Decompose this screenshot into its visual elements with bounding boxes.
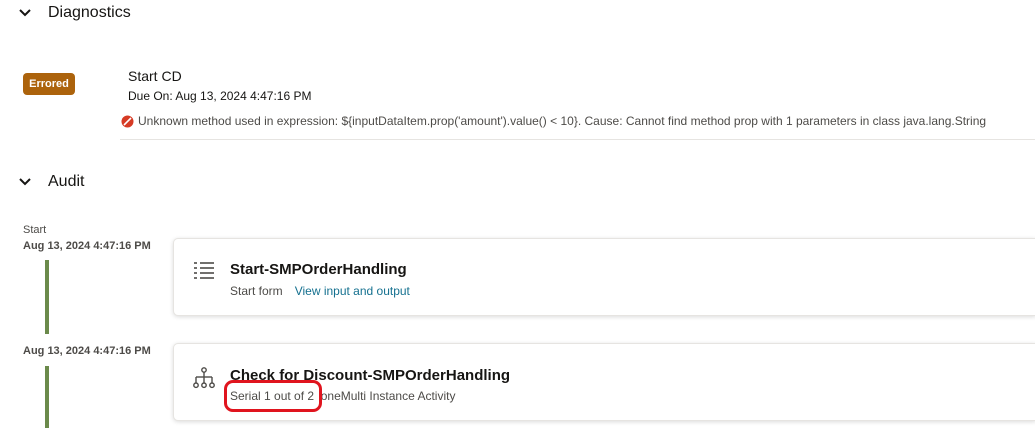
card-subtitle-text: Start form — [230, 284, 283, 298]
timeline-timestamp: Aug 13, 2024 4:47:16 PM — [23, 345, 151, 357]
card-title: Start-SMPOrderHandling — [230, 261, 407, 278]
error-message-text: Unknown method used in expression: ${inp… — [138, 114, 987, 128]
error-title: Start CD — [128, 68, 182, 84]
audit-header[interactable]: Audit — [18, 173, 84, 191]
audit-title: Audit — [48, 173, 85, 190]
card-subtitle: Start form View input and output — [230, 284, 410, 298]
audit-card-start[interactable]: Start-SMPOrderHandling Start form View in… — [173, 238, 1035, 316]
timeline-line — [45, 366, 49, 428]
chevron-down-icon[interactable] — [18, 6, 32, 20]
list-icon — [194, 262, 214, 279]
view-input-output-link[interactable]: View input and output — [295, 284, 410, 298]
timeline-timestamp: Aug 13, 2024 4:47:16 PM — [23, 240, 151, 252]
status-badge: Errored — [23, 73, 75, 95]
due-date: Due On: Aug 13, 2024 4:47:16 PM — [128, 89, 312, 103]
timeline-label: Start — [23, 224, 47, 236]
timeline-line — [45, 260, 49, 334]
error-icon — [121, 115, 134, 127]
divider — [120, 139, 1035, 140]
annotation-highlight — [224, 380, 322, 412]
chevron-down-icon[interactable] — [18, 175, 32, 189]
hierarchy-icon — [193, 367, 215, 389]
error-message: Unknown method used in expression: ${inp… — [121, 114, 986, 128]
diagnostics-header[interactable]: Diagnostics — [18, 4, 131, 22]
diagnostics-title: Diagnostics — [48, 4, 131, 21]
